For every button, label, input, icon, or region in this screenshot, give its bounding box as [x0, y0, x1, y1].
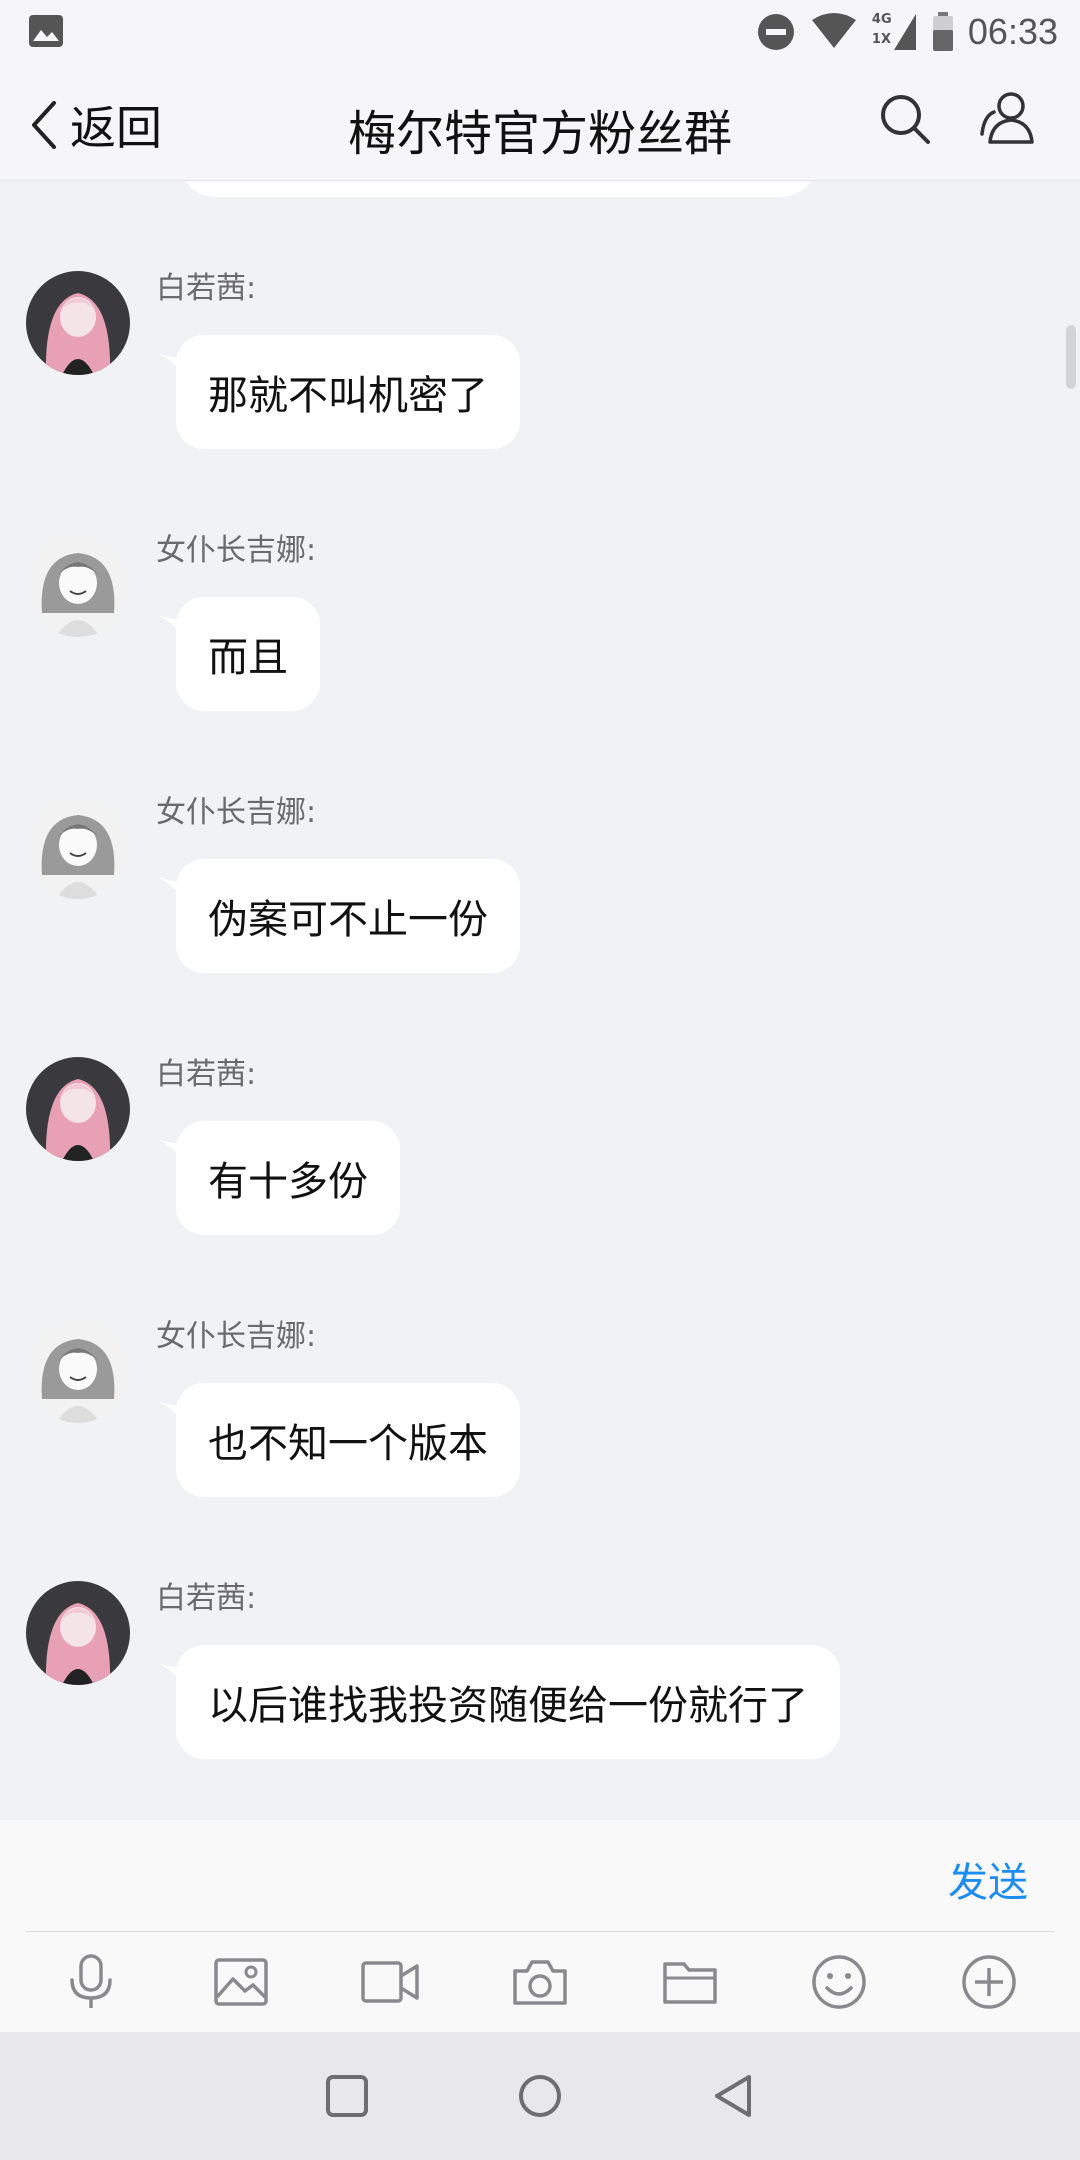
sender-name: 白若茜: [156, 1581, 257, 1616]
do-not-disturb-icon [756, 12, 796, 52]
system-nav-bar [0, 2032, 1080, 2160]
previous-message-bubble [178, 181, 818, 197]
folder-icon[interactable] [658, 1950, 722, 2014]
message-item: 女仆长吉娜: 而且 [0, 533, 1080, 733]
message-list[interactable]: 白若茜: 那就不叫机密了 女仆长吉娜: 而且 女仆长吉娜: 伪案可不止一份 白若… [0, 181, 1080, 1821]
sender-name: 女仆长吉娜: [156, 1319, 317, 1354]
message-bubble[interactable]: 有十多份 [176, 1121, 400, 1235]
maid-avatar[interactable] [26, 533, 130, 637]
microphone-icon[interactable] [59, 1950, 123, 2014]
search-icon[interactable] [878, 92, 932, 146]
wifi-icon [810, 12, 858, 52]
pink-hair-avatar[interactable] [26, 1057, 130, 1161]
message-item: 女仆长吉娜: 也不知一个版本 [0, 1319, 1080, 1519]
pink-hair-avatar[interactable] [26, 271, 130, 375]
message-bubble[interactable]: 而且 [176, 597, 320, 711]
message-bubble[interactable]: 伪案可不止一份 [176, 859, 520, 973]
message-bubble[interactable]: 也不知一个版本 [176, 1383, 520, 1497]
camera-icon[interactable] [508, 1950, 572, 2014]
chat-header: 返回 梅尔特官方粉丝群 [0, 64, 1080, 181]
maid-avatar[interactable] [26, 1319, 130, 1423]
pink-hair-avatar[interactable] [26, 1581, 130, 1685]
home-icon[interactable] [517, 2073, 563, 2119]
message-item: 白若茜: 以后谁找我投资随便给一份就行了 [0, 1581, 1080, 1781]
message-bubble[interactable]: 那就不叫机密了 [176, 335, 520, 449]
sender-name: 女仆长吉娜: [156, 533, 317, 568]
clock: 06:33 [967, 11, 1058, 52]
send-button[interactable]: 发送 [948, 1850, 1028, 1908]
status-bar: 4G 1X 06:33 [0, 0, 1080, 64]
input-toolbar [0, 1932, 1080, 2032]
sender-name: 白若茜: [156, 271, 257, 306]
battery-icon [932, 12, 954, 52]
message-item: 白若茜: 有十多份 [0, 1057, 1080, 1257]
message-bubble[interactable]: 以后谁找我投资随便给一份就行了 [176, 1645, 840, 1759]
group-members-icon[interactable] [978, 90, 1038, 146]
plus-icon[interactable] [957, 1950, 1021, 2014]
back-icon[interactable] [711, 2073, 755, 2119]
video-icon[interactable] [358, 1950, 422, 2014]
sender-name: 女仆长吉娜: [156, 795, 317, 830]
sender-name: 白若茜: [156, 1057, 257, 1092]
recent-apps-icon[interactable] [325, 2074, 369, 2118]
message-item: 女仆长吉娜: 伪案可不止一份 [0, 795, 1080, 995]
message-input[interactable]: 发送 [0, 1820, 1080, 1932]
emoji-icon[interactable] [807, 1950, 871, 2014]
image-icon[interactable] [209, 1950, 273, 2014]
gallery-icon [28, 14, 64, 48]
signal-icon: 4G 1X [872, 10, 918, 54]
message-item: 白若茜: 那就不叫机密了 [0, 271, 1080, 471]
maid-avatar[interactable] [26, 795, 130, 899]
